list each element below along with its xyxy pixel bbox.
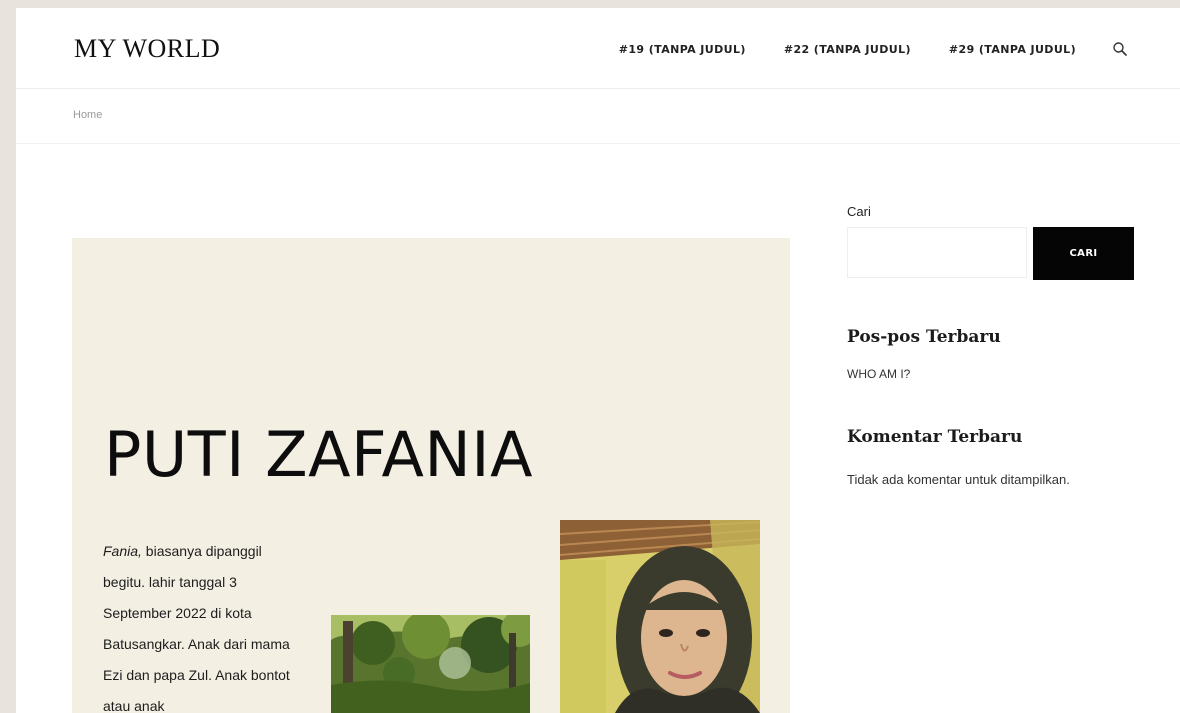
hero-intro: Fania, biasanya dipanggil begitu. lahir … (103, 536, 303, 713)
main-nav: #19 (TANPA JUDUL) #22 (TANPA JUDUL) #29 … (619, 41, 1128, 57)
forest-photo (331, 615, 530, 713)
portrait-photo (560, 520, 760, 713)
search-form: CARI (847, 227, 1137, 280)
search-button[interactable]: CARI (1033, 227, 1134, 280)
search-icon[interactable] (1112, 41, 1128, 57)
sidebar: Cari CARI Pos-pos Terbaru WHO AM I? Kome… (847, 204, 1137, 500)
site-title[interactable]: MY WORLD (74, 34, 220, 64)
recent-comments-title: Komentar Terbaru (847, 427, 1023, 447)
nav-item-29[interactable]: #29 (TANPA JUDUL) (949, 43, 1076, 56)
nav-item-22[interactable]: #22 (TANPA JUDUL) (784, 43, 911, 56)
breadcrumb: Home (16, 89, 1180, 144)
site-header: MY WORLD #19 (TANPA JUDUL) #22 (TANPA JU… (16, 8, 1180, 89)
recent-post-link[interactable]: WHO AM I? (847, 367, 1137, 381)
search-label: Cari (847, 204, 871, 219)
hero-intro-name: Fania, (103, 543, 142, 559)
nav-item-19[interactable]: #19 (TANPA JUDUL) (619, 43, 746, 56)
breadcrumb-home-link[interactable]: Home (73, 109, 102, 121)
search-input[interactable] (847, 227, 1027, 278)
recent-posts-title: Pos-pos Terbaru (847, 327, 1001, 347)
no-comments-text: Tidak ada komentar untuk ditampilkan. (847, 472, 1070, 487)
page: MY WORLD #19 (TANPA JUDUL) #22 (TANPA JU… (16, 8, 1180, 713)
hero-post: PUTI ZAFANIA Fania, biasanya dipanggil b… (72, 238, 790, 713)
hero-title: PUTI ZAFANIA (104, 417, 533, 491)
hero-intro-text: biasanya dipanggil begitu. lahir tanggal… (103, 543, 290, 713)
